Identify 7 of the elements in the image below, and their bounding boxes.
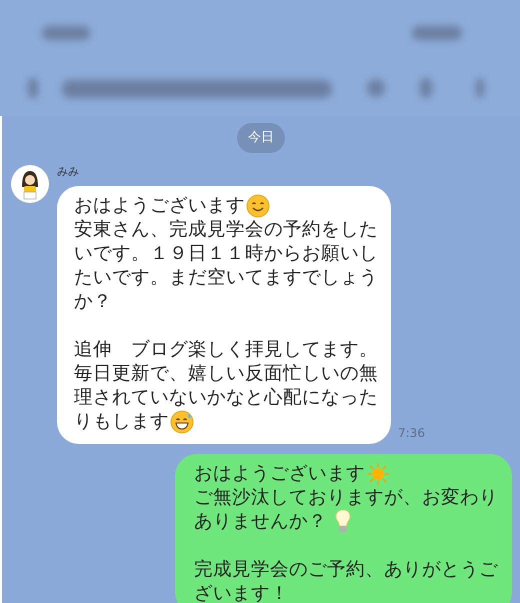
grinning-sweat-face-icon: [170, 410, 194, 434]
message-time: 7:36: [398, 425, 425, 442]
avatar-icon: [11, 165, 49, 203]
date-separator: 今日: [237, 123, 285, 153]
sun-icon: [366, 462, 390, 486]
smiling-face-icon: [246, 194, 270, 218]
sender-name: みみ: [57, 165, 80, 179]
